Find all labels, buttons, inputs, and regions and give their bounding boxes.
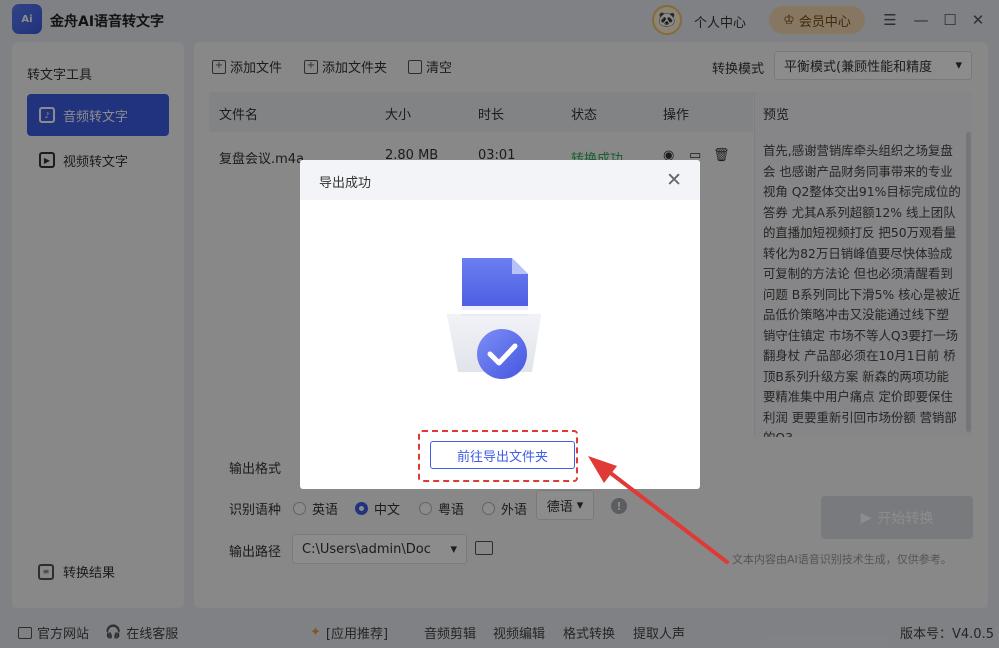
annotation-arrow-icon bbox=[588, 456, 729, 564]
